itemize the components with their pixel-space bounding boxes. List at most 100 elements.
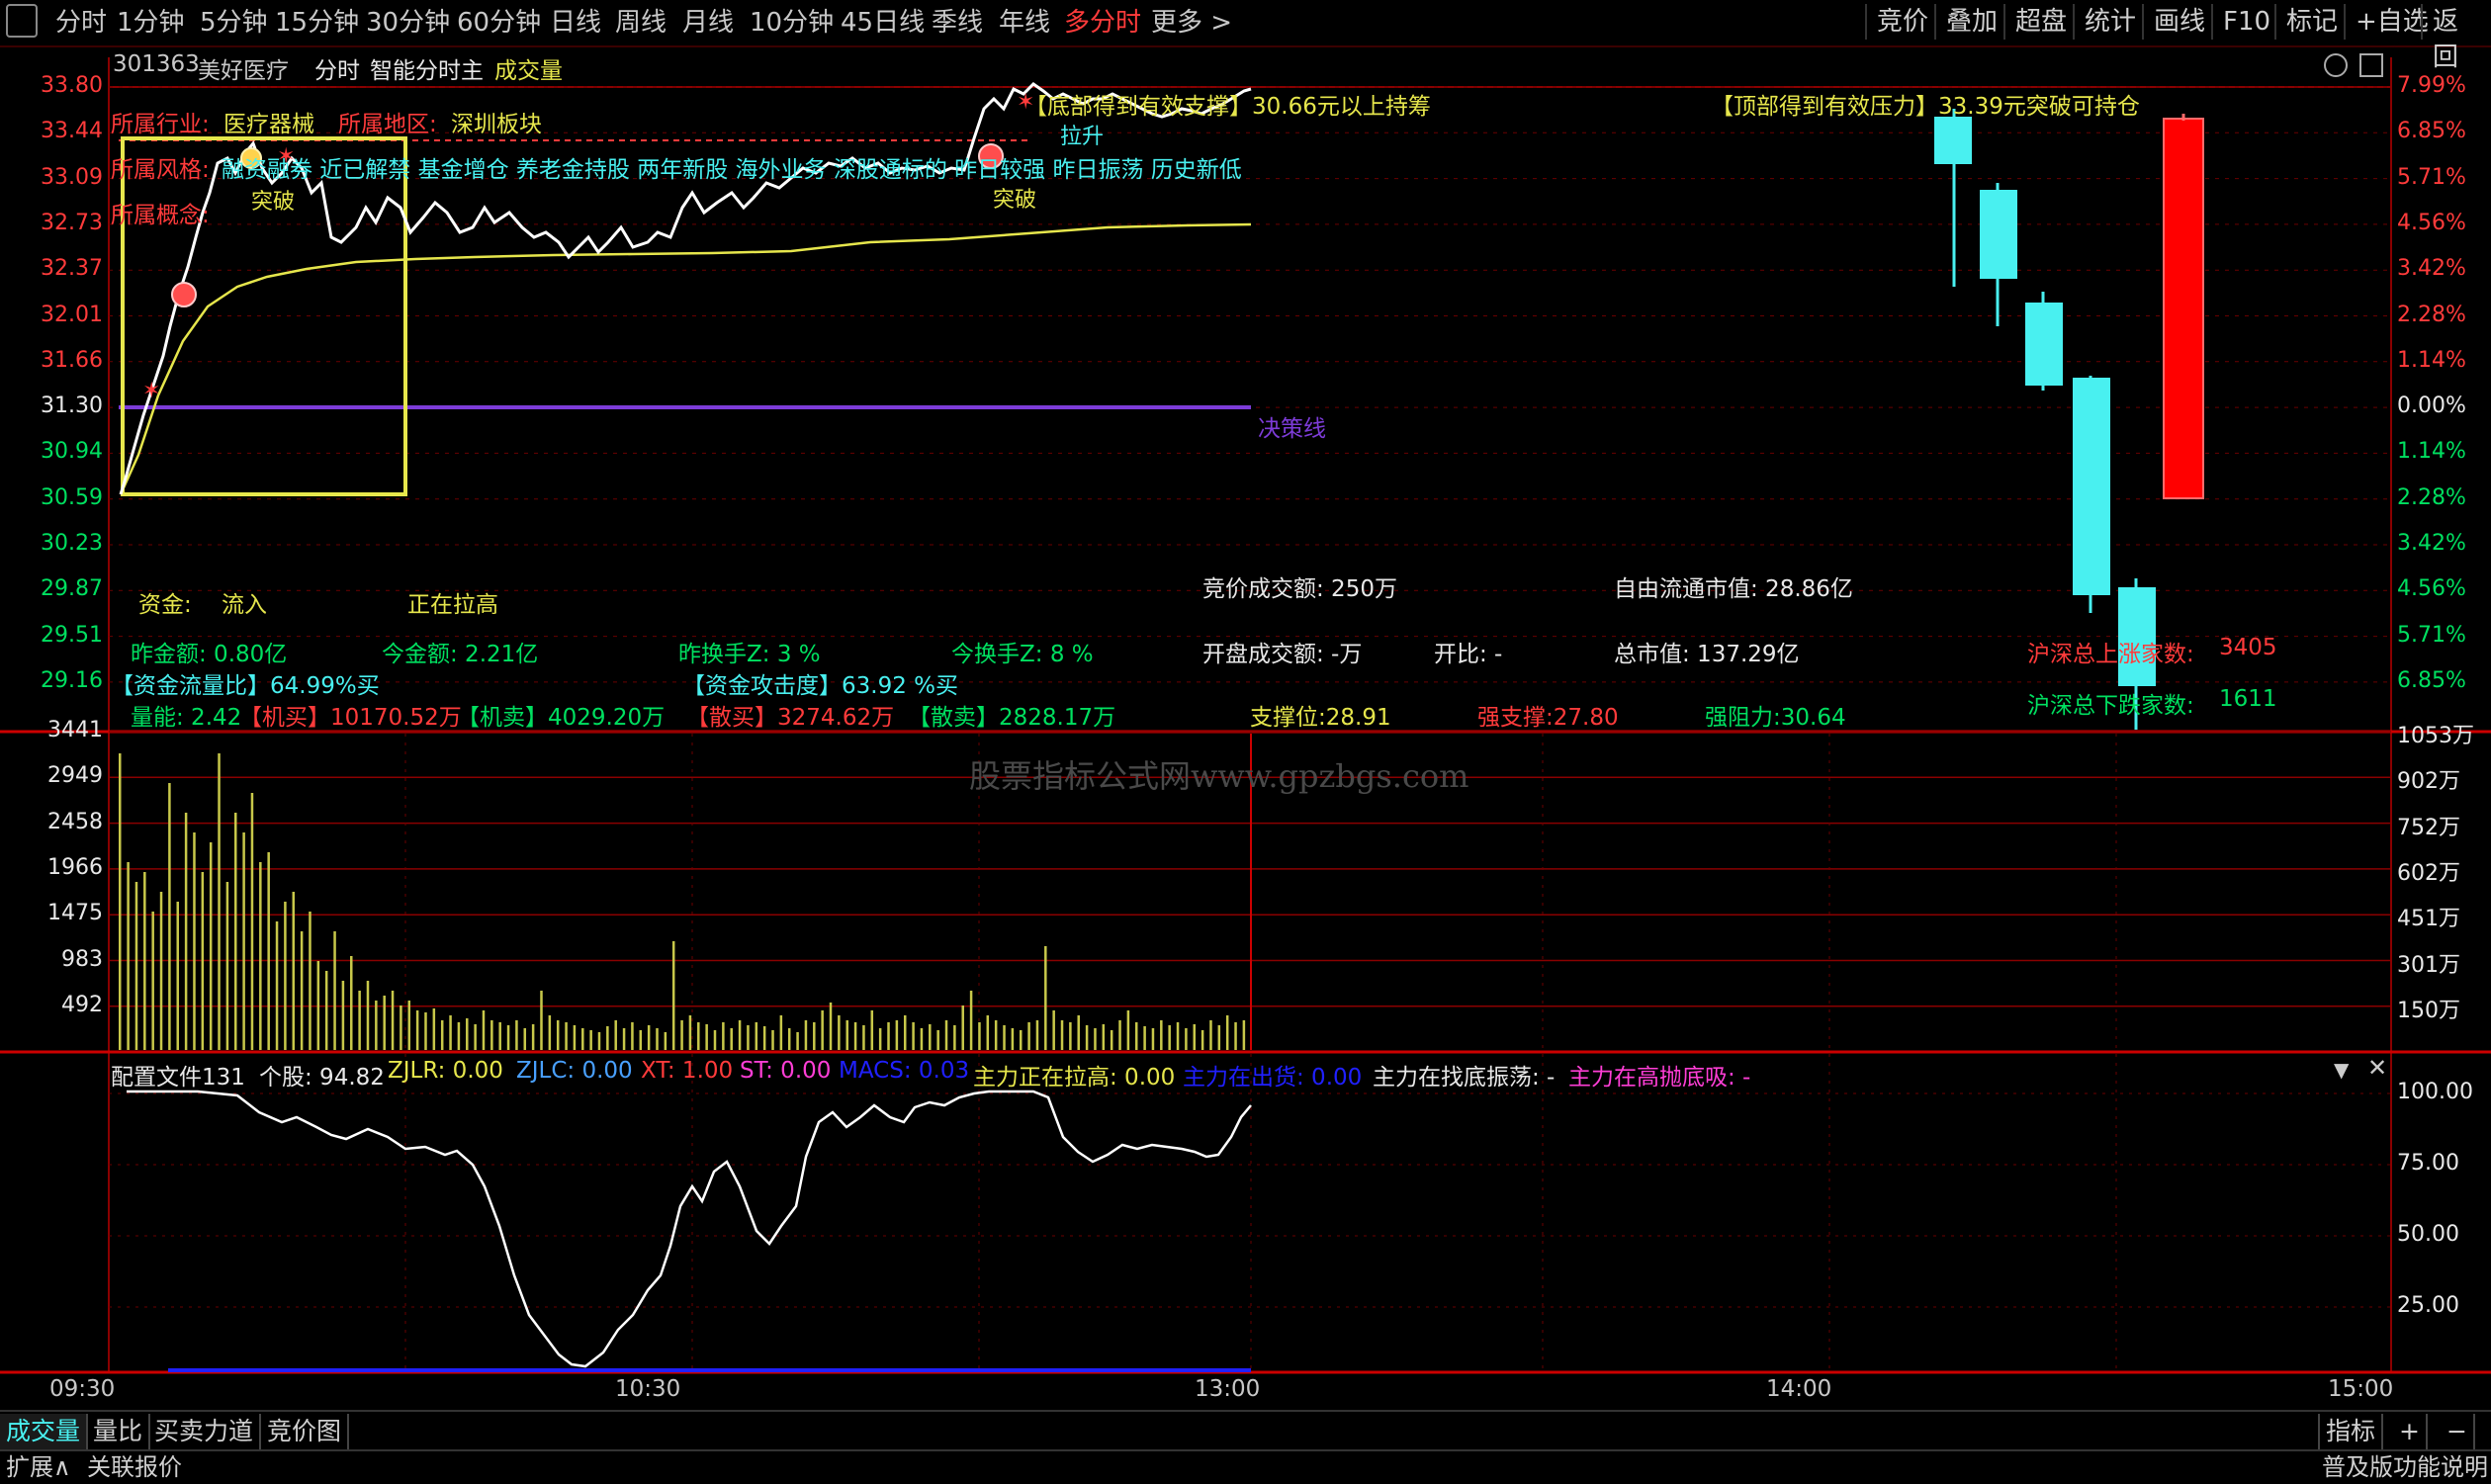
price-tick-right: 6.85%	[2397, 667, 2466, 693]
volume-tick-right: 902万	[2397, 769, 2460, 795]
volume-bar	[730, 1028, 733, 1050]
volume-bar	[1160, 1020, 1163, 1050]
volume-bar	[680, 1020, 683, 1050]
price-tick-right: 0.00%	[2397, 393, 2466, 419]
auction-amount: 竞价成交额: 250万	[1202, 576, 1397, 602]
volume-tick-left: 983	[61, 946, 103, 972]
up-count-label: 沪深总上涨家数:	[2027, 642, 2194, 667]
volume-bar	[936, 1030, 939, 1050]
status-divider	[0, 1449, 2491, 1451]
volume-bar	[1044, 946, 1047, 1050]
time-1400: 14:00	[1766, 1376, 1832, 1402]
tab-divider	[0, 1410, 2491, 1412]
zoom-in-button[interactable]: +	[2393, 1414, 2428, 1449]
volume-bar	[259, 862, 262, 1050]
sub-st: ST: 0.00	[740, 1058, 832, 1084]
volume-bar	[383, 996, 386, 1050]
expand-button[interactable]: 扩展∧	[6, 1451, 71, 1484]
volume-bar	[1060, 1020, 1064, 1050]
zoom-out-button[interactable]: −	[2441, 1414, 2475, 1449]
volume-bar	[391, 991, 395, 1050]
sub-indicator-name[interactable]: 成交量	[494, 51, 563, 85]
volume-bar	[853, 1022, 857, 1050]
strong-support: 强支撑:27.80	[1477, 705, 1619, 731]
sub-indicator-line	[127, 1090, 1252, 1368]
volume-bar	[903, 1015, 907, 1050]
svg-text:✶: ✶	[142, 379, 160, 403]
main-indicator-name[interactable]: 智能分时主	[370, 51, 484, 85]
layout-icon[interactable]	[2359, 53, 2383, 77]
zoom-icon[interactable]	[2324, 53, 2348, 77]
volume-bar	[309, 912, 311, 1050]
volume-bar	[1003, 1025, 1006, 1050]
volume-bar	[796, 1032, 799, 1050]
price-tick-left: 32.01	[41, 302, 103, 327]
volume-bar	[366, 981, 370, 1050]
linked-quote-button[interactable]: 关联报价	[87, 1451, 182, 1484]
volume-bar	[1102, 1024, 1106, 1050]
down-count: 1611	[2219, 686, 2277, 712]
stock-name: 美好医疗	[198, 58, 289, 84]
price-tick-left: 30.94	[41, 439, 103, 465]
volume-tick-left: 3441	[47, 718, 103, 742]
volume-bar	[218, 753, 221, 1050]
decision-line-label: 决策线	[1258, 416, 1326, 442]
volume-tick-left: 2949	[47, 763, 103, 789]
volume-bar	[424, 1012, 427, 1050]
volume-tick-right: 451万	[2397, 907, 2460, 932]
help-button[interactable]: 普及版功能说明	[2322, 1451, 2488, 1484]
price-tick-left: 33.09	[41, 164, 103, 190]
tab-auction-chart[interactable]: 竞价图	[261, 1414, 350, 1449]
volume-bar	[375, 1001, 378, 1050]
volume-bar	[506, 1025, 510, 1050]
volume-bar	[920, 1028, 924, 1050]
volume-bar	[498, 1022, 501, 1050]
volume-bar	[127, 862, 130, 1050]
style-label: 所属风格:	[111, 157, 210, 183]
sub-config-name[interactable]: 配置文件131	[111, 1058, 245, 1091]
indicator-button[interactable]: 指标	[2318, 1414, 2384, 1449]
volume-bar	[986, 1015, 990, 1050]
sub-zjlr: ZJLR: 0.00	[388, 1058, 503, 1084]
price-tick-left: 29.51	[41, 622, 103, 648]
volume-bar	[656, 1028, 659, 1050]
volume-bar	[1143, 1026, 1146, 1050]
price-tick-right: 1.14%	[2397, 347, 2466, 373]
volume-bar	[250, 793, 254, 1050]
volume-bar	[515, 1020, 518, 1050]
tab-buy-sell-power[interactable]: 买卖力道	[148, 1414, 262, 1449]
volume-bar	[1193, 1024, 1196, 1050]
volume-bar	[978, 1022, 981, 1050]
volume-bar	[821, 1010, 824, 1050]
inst-sell-label: 【机卖】	[457, 705, 548, 731]
volume-bar	[722, 1022, 725, 1050]
dropdown-icon[interactable]: ▼	[2334, 1058, 2349, 1082]
volume-bar	[523, 1028, 527, 1050]
volume-bar	[1027, 1022, 1030, 1050]
sub-macs: MACS: 0.03	[839, 1058, 970, 1084]
volume-bar	[540, 991, 543, 1050]
sub-out: 主力在出货: 0.00	[1183, 1065, 1363, 1091]
price-tick-right: 1.14%	[2397, 439, 2466, 465]
volume-bar	[944, 1020, 948, 1050]
tab-volume-ratio[interactable]: 量比	[87, 1414, 151, 1449]
volume-bar	[1176, 1022, 1180, 1050]
price-tick-left: 29.87	[41, 576, 103, 602]
close-icon[interactable]: ✕	[2367, 1054, 2387, 1082]
price-tick-left: 30.59	[41, 484, 103, 510]
volume-bar	[457, 1022, 461, 1050]
volume-bar	[1151, 1028, 1155, 1050]
price-tick-right: 7.99%	[2397, 73, 2466, 98]
fund-flow: 流入	[222, 592, 267, 618]
volume-bar	[1035, 1020, 1039, 1050]
volume-bar	[597, 1032, 601, 1050]
price-tick-left: 31.30	[41, 393, 103, 419]
volume-bar	[267, 852, 270, 1050]
volume-bar	[548, 1015, 552, 1050]
volume-bar	[838, 1015, 841, 1050]
volume-bar	[1234, 1022, 1237, 1050]
volume-tick-right: 752万	[2397, 815, 2460, 840]
sub-pull: 主力正在拉高: 0.00	[973, 1065, 1176, 1091]
volume-bar	[929, 1024, 932, 1050]
tab-volume[interactable]: 成交量	[0, 1414, 89, 1449]
